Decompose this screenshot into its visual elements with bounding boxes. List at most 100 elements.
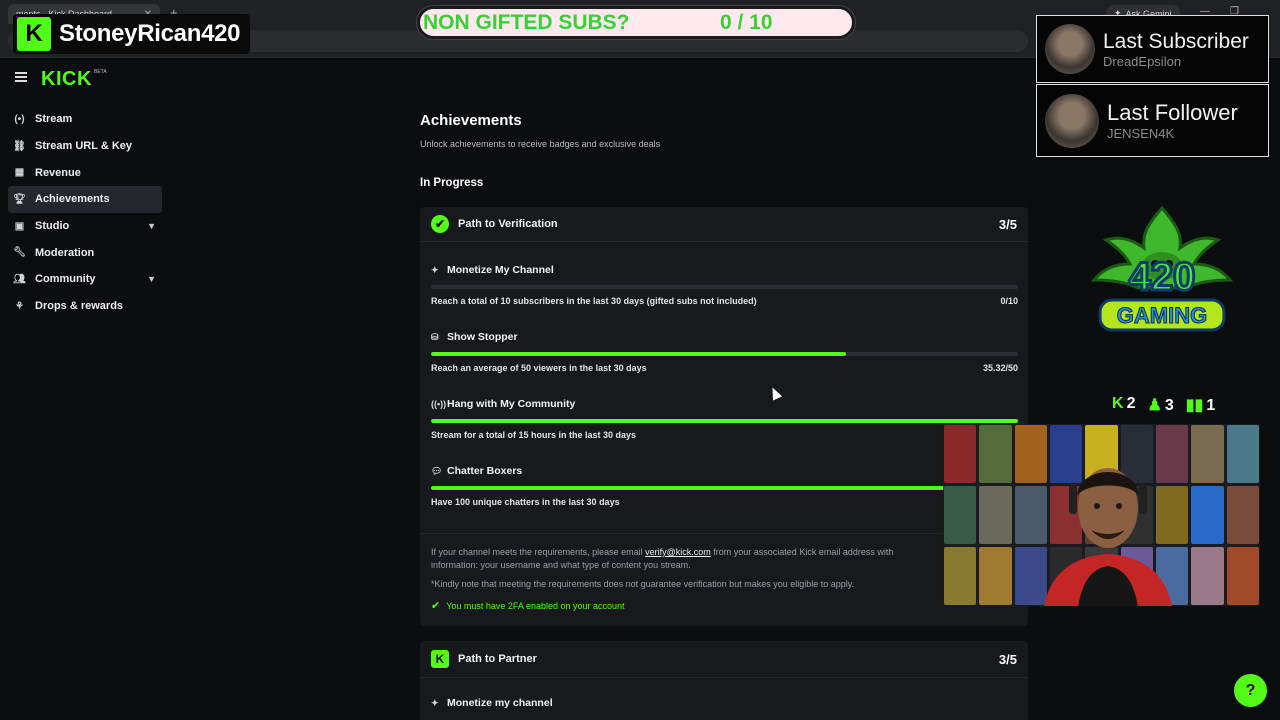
game-cover	[1191, 486, 1224, 544]
partner-card: K Path to Partner 3/5 ✦ Monetize my chann…	[420, 641, 1028, 720]
game-cover	[944, 547, 977, 605]
verification-score: 3/5	[998, 216, 1017, 232]
requirement-text: You must have 2FA enabled on your accoun…	[446, 600, 625, 611]
channel-name: StoneyRican420	[59, 20, 241, 47]
game-cover	[1191, 547, 1224, 605]
verify-email-link[interactable]: verify@kick.com	[645, 547, 711, 557]
game-cover	[979, 486, 1012, 544]
instructions-text: from your associated Kick email address …	[710, 547, 894, 557]
bar-chart-icon: ▮▮	[1185, 397, 1204, 414]
trophy-icon: 🏆︎	[13, 193, 26, 205]
game-cover	[979, 425, 1012, 483]
progress-fill	[431, 352, 846, 356]
sidebar-item-community[interactable]: 👥︎ Community ▼	[8, 266, 162, 293]
chevron-down-icon[interactable]: ▼	[147, 274, 156, 284]
streamer-webcam	[1044, 468, 1172, 606]
verification-note: *Kindly note that meeting the requiremen…	[431, 579, 855, 589]
stream-stats-overlay: K2 ♟ 3 ▮▮ 1	[1112, 395, 1215, 415]
in-progress-heading: In Progress	[420, 177, 484, 189]
kick-logo-icon: K	[17, 17, 51, 51]
gaming-logo: 420 GAMING	[1090, 205, 1234, 332]
achievement-title: Hang with My Community	[447, 398, 576, 410]
game-cover	[979, 547, 1012, 605]
achievement-item: ✦ Monetize My Channel Reach a total of 10…	[431, 264, 1018, 306]
progress-bar	[431, 486, 1018, 490]
beta-badge: BETA	[94, 69, 107, 75]
game-cover	[944, 425, 977, 483]
verification-card: ✔ Path to Verification 3/5 ✦ Monetize My …	[420, 207, 1028, 626]
kick-icon: K	[1112, 395, 1124, 412]
person-icon: ♟	[1147, 397, 1162, 414]
last-subscriber-overlay: Last Subscriber DreadEpsilon	[1036, 15, 1269, 83]
sidebar-item-stream-url-key[interactable]: ⛓ Stream URL & Key	[8, 133, 162, 160]
audience-icon: ⛁	[431, 331, 439, 342]
sidebar-item-moderation[interactable]: 🔧︎ Moderation	[8, 239, 162, 266]
partner-card-header[interactable]: K Path to Partner 3/5	[420, 641, 1028, 678]
sidebar-item-label: Stream	[35, 113, 73, 126]
achievement-title: Chatter Boxers	[447, 465, 523, 477]
sidebar-item-stream[interactable]: (•) Stream	[8, 106, 162, 133]
verification-title: Path to Verification	[458, 218, 558, 230]
last-subscriber-name: DreadEpsilon	[1103, 53, 1182, 69]
sidebar-item-studio[interactable]: ▣ Studio ▼	[8, 213, 162, 240]
headphone-left	[1069, 484, 1077, 514]
sub-goal-overlay: NON GIFTED SUBS? 0 / 10	[417, 6, 855, 39]
last-follower-label: Last Follower	[1107, 100, 1238, 125]
drops-icon: ⚘	[15, 300, 24, 312]
community-icon: 👥︎	[13, 273, 26, 285]
checkmark-icon: ✔	[431, 600, 441, 612]
game-cover	[1226, 547, 1259, 605]
studio-icon: ▣	[14, 220, 25, 232]
stat-item: ▮▮ 1	[1186, 395, 1216, 415]
progress-bar	[431, 285, 1018, 289]
last-follower-overlay: Last Follower JENSEN4K	[1036, 84, 1269, 157]
stat-value: 3	[1164, 397, 1174, 414]
instructions-text: If your channel meets the requirements, …	[431, 547, 646, 557]
chevron-down-icon[interactable]: ▼	[147, 221, 156, 231]
achievement-item: ((•)) Hang with My Community Stream for a…	[431, 398, 1018, 440]
menu-icon[interactable]	[15, 72, 27, 82]
achievements-main: Achievements Unlock achievements to rece…	[420, 112, 1028, 720]
sidebar-item-label: Drops & rewards	[35, 300, 124, 313]
sub-goal-count: 0 / 10	[720, 10, 773, 34]
progress-bar	[431, 352, 1018, 356]
logo-text-gaming: GAMING	[1117, 303, 1207, 328]
achievement-item: ⛁ Show Stopper Reach an average of 50 vie…	[431, 331, 1018, 373]
wrench-icon: 🔧︎	[13, 247, 26, 259]
logo-text-420: 420	[1129, 255, 1196, 299]
partner-score: 3/5	[998, 651, 1017, 667]
verified-badge-icon: ✔	[431, 215, 449, 233]
achievement-value: 0/10	[1000, 296, 1018, 306]
achievement-title: Monetize My Channel	[447, 264, 554, 276]
sidebar-item-label: Achievements	[35, 193, 110, 206]
game-cover	[944, 486, 977, 544]
verification-card-header[interactable]: ✔ Path to Verification 3/5	[420, 207, 1028, 242]
game-cover	[1226, 486, 1259, 544]
revenue-icon: ▦	[14, 167, 25, 179]
broadcast-icon: ((•))	[431, 399, 447, 409]
support-chat-icon[interactable]: ?	[1234, 674, 1267, 707]
divider	[420, 533, 1028, 534]
screen: ments - Kick Dashboard ✕ + ✦ Ask Gemini …	[0, 0, 1280, 720]
partner-title: Path to Partner	[458, 653, 537, 665]
sidebar-item-achievements[interactable]: 🏆︎ Achievements	[8, 186, 162, 213]
sparkle-icon: ✦	[431, 697, 439, 708]
stat-item: ♟ 3	[1147, 395, 1173, 415]
sub-goal-label: NON GIFTED SUBS?	[423, 10, 630, 34]
achievement-desc: Have 100 unique chatters in the last 30 …	[431, 497, 620, 507]
eye-left	[1094, 503, 1100, 509]
channel-name-overlay: K StoneyRican420	[13, 14, 251, 54]
chat-bubble-icon: 💬︎	[431, 465, 443, 476]
sidebar-item-drops-rewards[interactable]: ⚘ Drops & rewards	[8, 293, 162, 320]
achievement-desc: Reach an average of 50 viewers in the la…	[431, 363, 647, 373]
game-cover	[1191, 425, 1224, 483]
stat-value: 1	[1206, 397, 1216, 414]
kick-logo-icon: K	[431, 650, 449, 668]
sidebar-item-revenue[interactable]: ▦ Revenue	[8, 159, 162, 186]
kick-logo[interactable]: KICK	[41, 68, 92, 91]
sidebar: (•) Stream ⛓ Stream URL & Key ▦ Revenue …	[8, 106, 162, 320]
sparkle-icon: ✦	[431, 264, 439, 275]
game-cover	[1226, 425, 1259, 483]
stat-value: 2	[1126, 395, 1136, 412]
stat-item: K2	[1112, 395, 1135, 415]
